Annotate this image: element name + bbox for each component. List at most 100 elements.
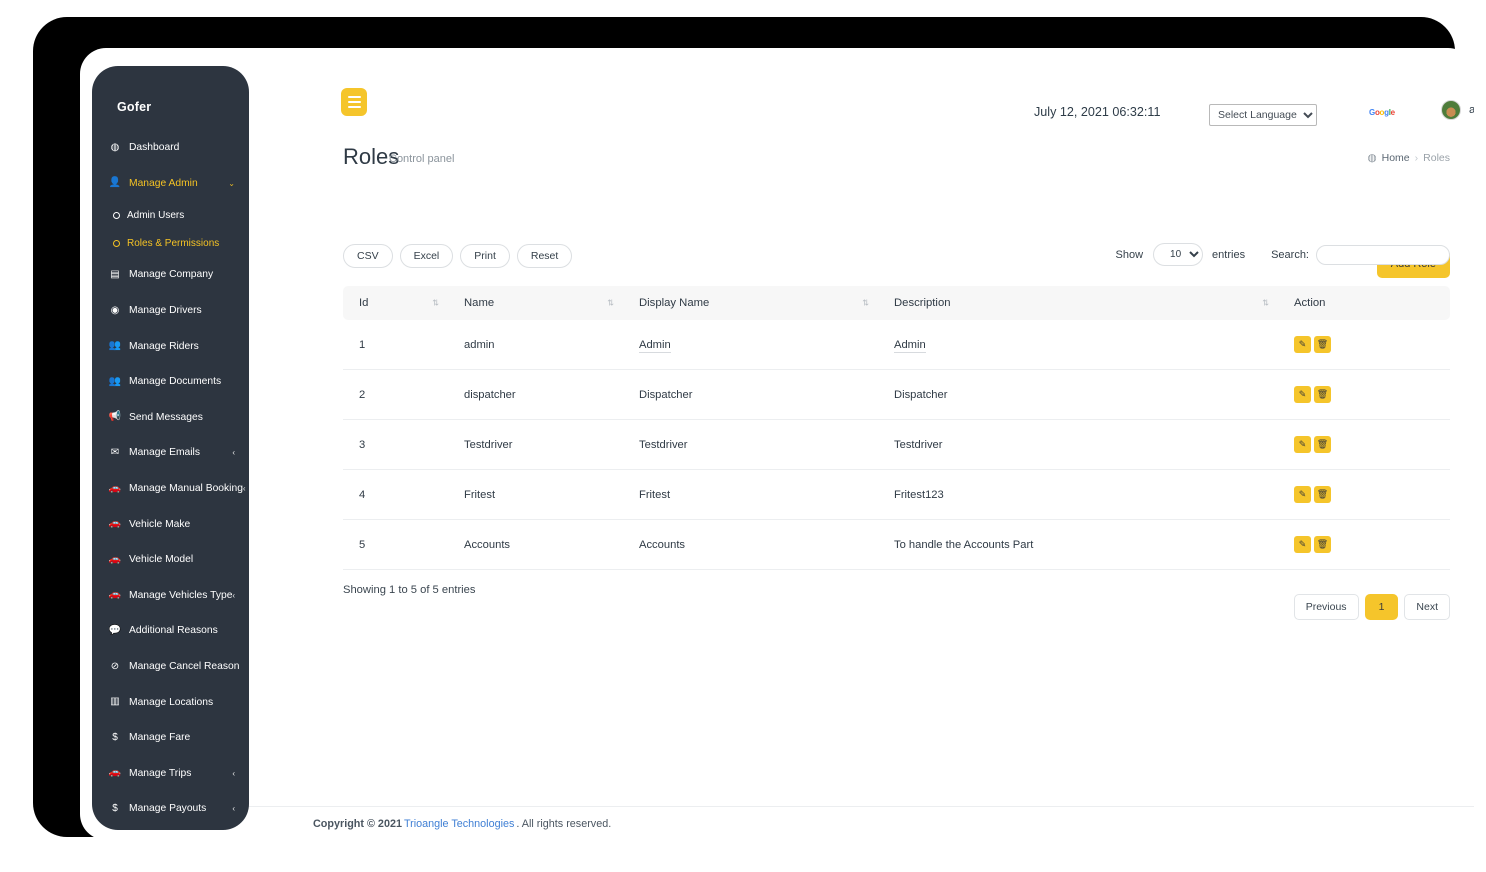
sidebar-item-send-messages[interactable]: 📢 Send Messages	[92, 400, 249, 436]
cell-name: dispatcher	[448, 369, 623, 420]
sidebar-subitem-label: Admin Users	[127, 209, 185, 221]
page-length-select[interactable]: 10	[1153, 243, 1204, 266]
language-select[interactable]: Select Language	[1209, 104, 1317, 126]
column-header-id[interactable]: Id ⇅	[343, 286, 448, 320]
delete-button[interactable]: 🗑	[1314, 436, 1331, 453]
cell-name: Testdriver	[448, 419, 623, 470]
page-header: Roles Control panel ◍ Home › Roles	[249, 140, 1474, 192]
circle-icon	[113, 239, 120, 247]
pagination-previous[interactable]: Previous	[1293, 594, 1359, 620]
cell-action: ✎ 🗑	[1278, 369, 1450, 420]
dollar-icon: $	[112, 802, 118, 814]
edit-button[interactable]: ✎	[1294, 436, 1311, 453]
sidebar-item-manage-emails[interactable]: ✉ Manage Emails ‹	[92, 435, 249, 471]
sidebar-item-vehicle-make[interactable]: 🚗 Vehicle Make	[92, 506, 249, 542]
sidebar-item-dashboard[interactable]: ◍ Dashboard	[92, 130, 249, 166]
cell-text: Admin	[639, 338, 671, 353]
chevron-left-icon: ‹	[232, 448, 235, 458]
datetime-display: July 12, 2021 06:32:11	[1034, 105, 1161, 119]
menu-toggle-button[interactable]	[341, 88, 367, 116]
sidebar-item-manage-locations[interactable]: ▥ Manage Locations	[92, 684, 249, 720]
sidebar-item-manage-admin[interactable]: 👤 Manage Admin ⌄	[92, 166, 249, 202]
avatar	[1441, 100, 1461, 120]
print-button[interactable]: Print	[460, 244, 510, 268]
table-toolbar: CSV Excel Print Reset Show 10 entries Se…	[343, 243, 1450, 278]
sidebar-subitem-label: Roles & Permissions	[127, 237, 220, 249]
export-csv-button[interactable]: CSV	[343, 244, 393, 268]
cell-name: Fritest	[448, 469, 623, 520]
delete-button[interactable]: 🗑	[1314, 336, 1331, 353]
sidebar-item-manage-fare[interactable]: $ Manage Fare	[92, 720, 249, 756]
users-icon: 👥	[108, 375, 122, 387]
column-label: Id	[359, 297, 369, 309]
delete-button[interactable]: 🗑	[1314, 386, 1331, 403]
user-menu[interactable]: admin	[1441, 100, 1474, 120]
column-label: Description	[894, 297, 951, 309]
edit-button[interactable]: ✎	[1294, 536, 1311, 553]
sidebar-item-label: Dashboard	[129, 142, 180, 154]
delete-button[interactable]: 🗑	[1314, 486, 1331, 503]
google-logo: Google	[1369, 108, 1395, 117]
chevron-down-icon: ⌄	[228, 178, 235, 188]
show-label: Show	[1115, 248, 1144, 261]
sidebar-item-manage-documents[interactable]: 👥 Manage Documents	[92, 364, 249, 400]
column-header-display-name[interactable]: Display Name ⇅	[623, 286, 878, 320]
megaphone-icon: 📢	[108, 411, 122, 423]
column-header-action: Action	[1278, 286, 1450, 320]
pagination: Previous 1 Next	[1293, 594, 1450, 620]
cell-display-name: Accounts	[623, 519, 878, 570]
sidebar-item-additional-reasons[interactable]: 💬 Additional Reasons	[92, 613, 249, 649]
column-header-description[interactable]: Description ⇅	[878, 286, 1278, 320]
showing-entries-info: Showing 1 to 5 of 5 entries	[343, 584, 476, 596]
edit-button[interactable]: ✎	[1294, 486, 1311, 503]
breadcrumb-home[interactable]: Home	[1382, 152, 1410, 164]
hamburger-icon-line	[347, 96, 361, 98]
steering-wheel-icon: ◉	[110, 304, 120, 316]
edit-button[interactable]: ✎	[1294, 336, 1311, 353]
sidebar-item-label: Send Messages	[129, 411, 203, 423]
chevron-left-icon: ‹	[232, 804, 235, 814]
sidebar-item-manage-trips[interactable]: 🚗 Manage Trips ‹	[92, 756, 249, 792]
column-header-name[interactable]: Name ⇅	[448, 286, 623, 320]
table-header-row: Id ⇅ Name ⇅ Display Name ⇅ Description ⇅…	[343, 286, 1450, 320]
cell-text: Admin	[894, 338, 926, 353]
sidebar-item-manage-riders[interactable]: 👥 Manage Riders	[92, 328, 249, 364]
sidebar-item-roles-permissions[interactable]: Roles & Permissions	[92, 229, 249, 257]
dashboard-icon: ◍	[110, 141, 120, 153]
sidebar: Gofer ◍ Dashboard 👤 Manage Admin ⌄ Admin…	[92, 66, 249, 830]
copyright-text: Copyright © 2021	[313, 817, 402, 830]
sidebar-item-label: Manage Trips	[129, 767, 192, 779]
pagination-next[interactable]: Next	[1404, 594, 1450, 620]
sort-icon: ⇅	[862, 298, 869, 308]
cell-description: Dispatcher	[878, 369, 1278, 420]
table-row: 5 Accounts Accounts To handle the Accoun…	[343, 519, 1450, 570]
sidebar-brand: Gofer	[117, 100, 152, 114]
car-icon: 🚗	[108, 482, 122, 494]
sidebar-item-manage-vehicles-type[interactable]: 🚗 Manage Vehicles Type ‹	[92, 578, 249, 614]
car-icon: 🚗	[108, 589, 122, 601]
table-row: 4 Fritest Fritest Fritest123 ✎ 🗑	[343, 469, 1450, 520]
car-icon: 🚗	[108, 518, 122, 530]
edit-button[interactable]: ✎	[1294, 386, 1311, 403]
export-excel-button[interactable]: Excel	[399, 244, 454, 268]
sidebar-item-vehicle-model[interactable]: 🚗 Vehicle Model	[92, 542, 249, 578]
device-frame: Gofer ◍ Dashboard 👤 Manage Admin ⌄ Admin…	[33, 17, 1474, 840]
sort-icon: ⇅	[432, 298, 439, 308]
sidebar-item-manage-payouts[interactable]: $ Manage Payouts ‹	[92, 791, 249, 827]
pagination-page-1[interactable]: 1	[1364, 594, 1399, 620]
page-footer: Copyright © 2021 Trioangle Technologies …	[249, 806, 1474, 840]
sidebar-item-admin-users[interactable]: Admin Users	[92, 201, 249, 229]
sidebar-item-manage-manual-booking[interactable]: 🚗 Manage Manual Booking ‹	[92, 471, 249, 507]
sidebar-item-manage-company[interactable]: ▤ Manage Company	[92, 257, 249, 293]
reset-button[interactable]: Reset	[516, 244, 573, 268]
sidebar-item-manage-drivers[interactable]: ◉ Manage Drivers	[92, 293, 249, 329]
sidebar-item-label: Manage Documents	[129, 376, 222, 388]
sidebar-item-label: Manage Fare	[129, 732, 191, 744]
delete-button[interactable]: 🗑	[1314, 536, 1331, 553]
sidebar-item-label: Manage Manual Booking	[129, 483, 243, 495]
footer-company-link[interactable]: Trioangle Technologies	[404, 818, 514, 830]
sidebar-item-manage-cancel-reason[interactable]: ⊘ Manage Cancel Reason	[92, 649, 249, 685]
sort-icon: ⇅	[1262, 298, 1269, 308]
search-input[interactable]	[1316, 244, 1450, 265]
sidebar-item-label: Manage Drivers	[129, 305, 202, 317]
